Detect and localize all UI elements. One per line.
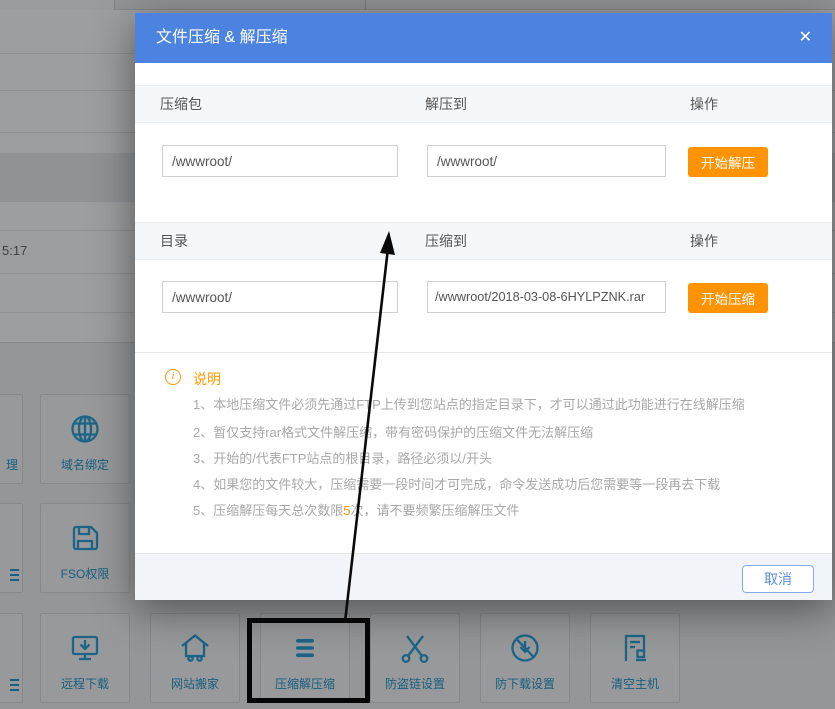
annotation-highlight-box: [247, 618, 370, 703]
extract-source-input[interactable]: [162, 145, 398, 177]
notes-divider: [135, 352, 832, 353]
dialog-footer: 取消: [135, 553, 832, 600]
compress-dest-input[interactable]: [427, 281, 666, 313]
start-compress-button[interactable]: 开始压缩: [688, 283, 768, 313]
compress-extract-dialog: 文件压缩 & 解压缩 ✕ 压缩包 解压到 操作 开始解压 目录 压缩到 操作 开…: [135, 13, 832, 600]
info-icon: i: [165, 369, 181, 385]
note-item-4: 4、如果您的文件较大，压缩需要一段时间才可完成，命令发送成功后您需要等一段再去下…: [193, 474, 720, 493]
note-item-3: 3、开始的/代表FTP站点的根目录，路径必须以/开头: [193, 448, 492, 467]
column-header-compress-to: 压缩到: [425, 223, 467, 259]
notes-title: 说明: [193, 369, 221, 389]
compress-section-header: 目录 压缩到 操作: [135, 222, 832, 260]
extract-section-header: 压缩包 解压到 操作: [135, 85, 832, 123]
extract-dest-input[interactable]: [427, 145, 666, 177]
close-icon[interactable]: ✕: [793, 13, 818, 63]
compress-source-input[interactable]: [162, 281, 398, 313]
column-header-action: 操作: [690, 86, 718, 122]
cancel-button[interactable]: 取消: [742, 565, 814, 593]
dialog-header: 文件压缩 & 解压缩 ✕: [135, 13, 832, 63]
column-header-action: 操作: [690, 223, 718, 259]
column-header-extract-to: 解压到: [425, 86, 467, 122]
note-item-5: 5、压缩解压每天总次数限5次，请不要频繁压缩解压文件: [193, 500, 519, 519]
column-header-directory: 目录: [160, 223, 188, 259]
dialog-title: 文件压缩 & 解压缩: [156, 13, 288, 63]
start-extract-button[interactable]: 开始解压: [688, 147, 768, 177]
note-item-2: 2、暂仅支持rar格式文件解压缩，带有密码保护的压缩文件无法解压缩: [193, 422, 593, 441]
note-item-1: 1、本地压缩文件必须先通过FTP上传到您站点的指定目录下，才可以通过此功能进行在…: [193, 394, 745, 413]
column-header-package: 压缩包: [160, 86, 202, 122]
